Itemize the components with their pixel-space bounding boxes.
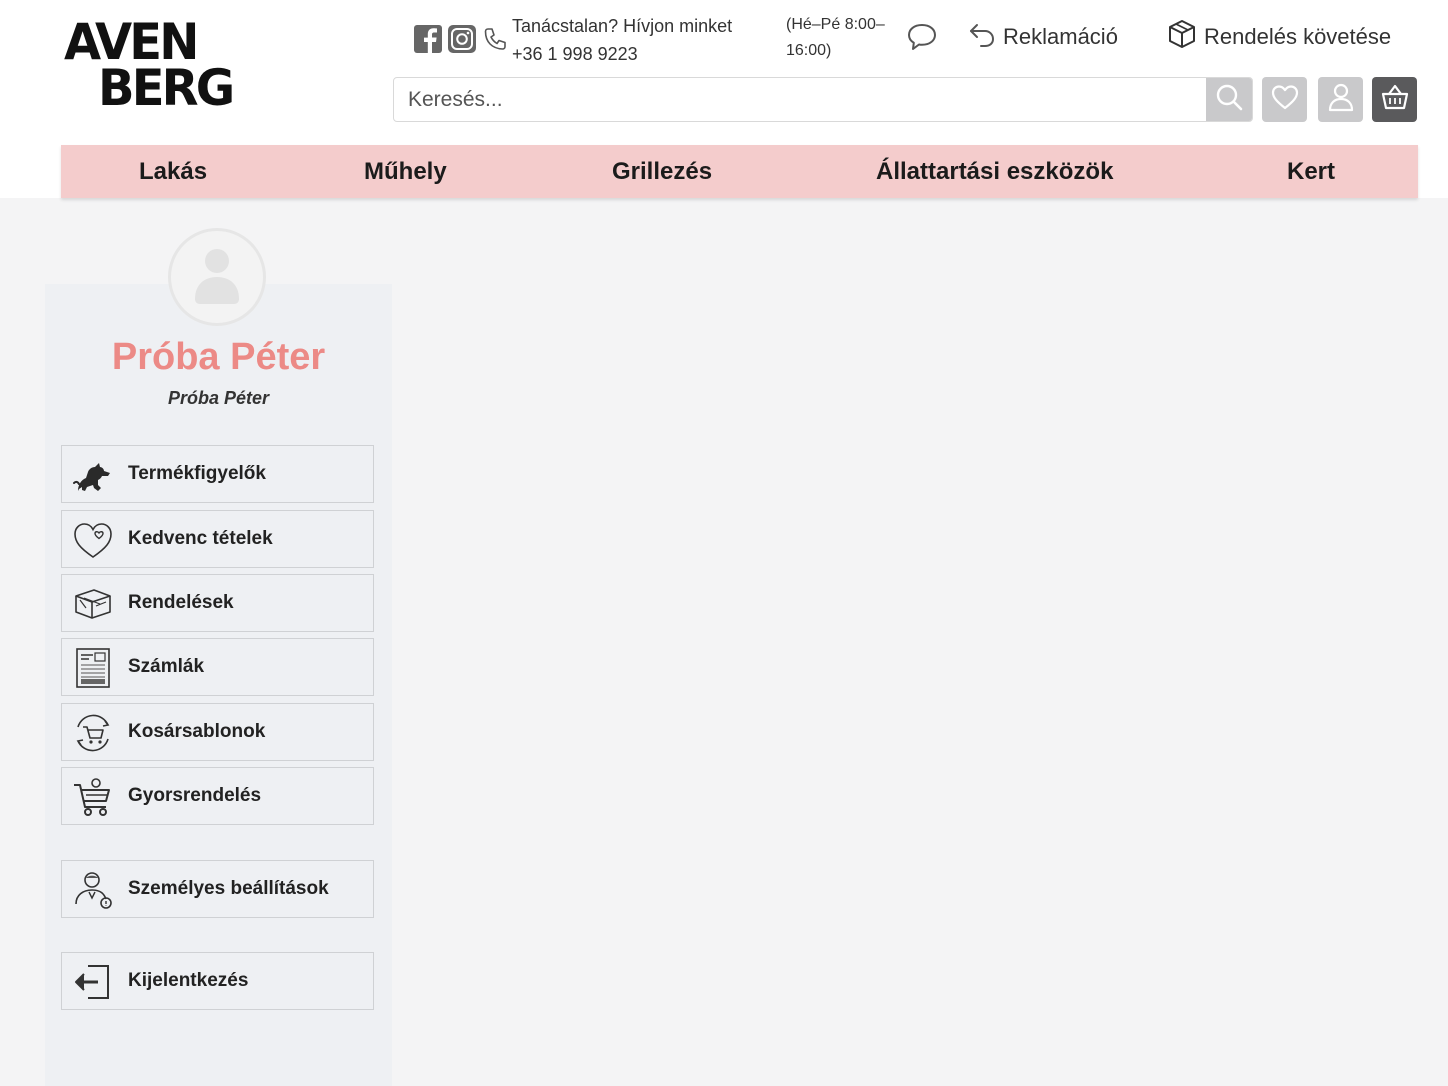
menu-label-gyorsrendeles: Gyorsrendelés xyxy=(128,785,262,806)
brand-logo[interactable]: AVEN BERG xyxy=(64,13,254,117)
heart-icon xyxy=(1270,83,1300,116)
user-avatar-icon xyxy=(192,245,242,310)
package-icon xyxy=(1168,19,1196,55)
chat-icon[interactable] xyxy=(906,22,938,52)
order-tracking-label: Rendelés követése xyxy=(1204,24,1392,49)
menu-item-termekfigyelok[interactable]: Termékfigyelők xyxy=(61,445,374,503)
nav-item-lakas[interactable]: Lakás xyxy=(139,145,207,198)
logo-line-1: AVEN xyxy=(64,13,199,71)
opening-hours: (Hé–Pé 8:00– 16:00) xyxy=(786,12,896,64)
quick-cart-icon xyxy=(72,777,114,817)
search-bar xyxy=(393,77,1253,122)
profile-name: Próba Péter xyxy=(111,336,326,378)
contact-prompt: Tanácstalan? Hívjon minket xyxy=(512,16,733,36)
nav-item-kert[interactable]: Kert xyxy=(1287,145,1335,198)
facebook-icon[interactable] xyxy=(413,24,443,54)
cart-template-icon xyxy=(72,713,114,753)
order-tracking-link[interactable]: Rendelés követése xyxy=(1168,20,1391,54)
menu-item-szemelyes-beallitasok[interactable]: Személyes beállítások xyxy=(61,860,374,918)
menu-label-kijelentkezes: Kijelentkezés xyxy=(128,970,249,991)
logout-icon xyxy=(72,962,114,1002)
user-icon xyxy=(1327,82,1355,117)
menu-label-kosarsablonok: Kosársablonok xyxy=(128,721,266,742)
favorites-button[interactable] xyxy=(1262,77,1307,122)
menu-label-kedvenc-tetelek: Kedvenc tételek xyxy=(128,528,273,549)
phone-icon[interactable] xyxy=(481,24,509,54)
menu-label-szamlak: Számlák xyxy=(128,656,205,677)
category-nav: Lakás Műhely Grillezés Állattartási eszk… xyxy=(61,145,1418,198)
invoice-icon xyxy=(72,648,114,688)
hours-line-1: (Hé–Pé 8:00– xyxy=(786,16,885,33)
menu-item-kosarsablonok[interactable]: Kosársablonok xyxy=(61,703,374,761)
hours-line-2: 16:00) xyxy=(786,42,832,59)
menu-label-rendelesek: Rendelések xyxy=(128,592,234,613)
menu-item-rendelesek[interactable]: Rendelések xyxy=(61,574,374,632)
menu-item-szamlak[interactable]: Számlák xyxy=(61,638,374,696)
nav-item-allattartasi-eszkozok[interactable]: Állattartási eszközök xyxy=(876,145,1113,198)
account-button[interactable] xyxy=(1318,77,1363,122)
search-icon xyxy=(1214,82,1244,117)
search-button[interactable] xyxy=(1206,78,1252,121)
heart-outline-icon xyxy=(72,520,114,560)
profile-subtitle: Próba Péter xyxy=(167,388,270,408)
contact-phone-number[interactable]: +36 1 998 9223 xyxy=(512,40,732,68)
menu-label-termekfigyelok: Termékfigyelők xyxy=(128,463,266,484)
boxes-icon xyxy=(72,584,114,624)
return-arrow-icon xyxy=(967,19,997,55)
avatar xyxy=(168,228,266,326)
basket-button[interactable] xyxy=(1372,77,1417,122)
contact-info: Tanácstalan? Hívjon minket +36 1 998 922… xyxy=(512,12,732,68)
menu-label-szemelyes-beallitasok: Személyes beállítások xyxy=(128,878,329,899)
menu-item-kijelentkezes[interactable]: Kijelentkezés xyxy=(61,952,374,1010)
user-settings-icon xyxy=(72,870,114,910)
logo-line-2: BERG xyxy=(98,59,235,117)
menu-item-kedvenc-tetelek[interactable]: Kedvenc tételek xyxy=(61,510,374,568)
site-header: AVEN BERG Tanácstalan? Hívjon minket +36… xyxy=(0,0,1448,198)
instagram-icon[interactable] xyxy=(447,24,477,54)
complaint-link[interactable]: Reklamáció xyxy=(967,20,1118,54)
basket-icon xyxy=(1380,83,1410,116)
dog-icon xyxy=(72,455,114,495)
menu-item-gyorsrendeles[interactable]: Gyorsrendelés xyxy=(61,767,374,825)
nav-item-grillezes[interactable]: Grillezés xyxy=(612,145,712,198)
complaint-label: Reklamáció xyxy=(1003,24,1118,49)
search-input[interactable] xyxy=(394,78,1206,121)
nav-item-muhely[interactable]: Műhely xyxy=(364,145,447,198)
